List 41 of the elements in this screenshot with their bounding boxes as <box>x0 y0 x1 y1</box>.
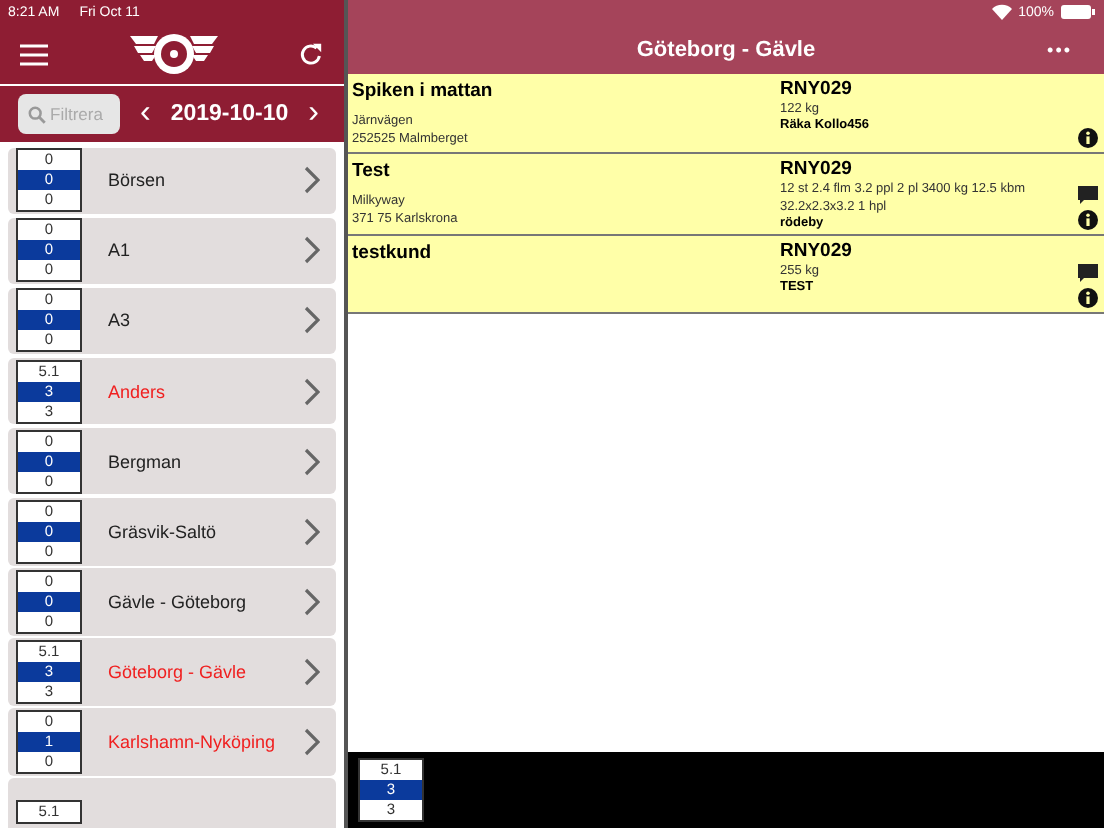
menu-icon[interactable] <box>20 43 48 65</box>
route-name: Gräsvik-Saltö <box>108 521 219 542</box>
comment-icon[interactable] <box>1078 186 1098 204</box>
order-reference: RNY029 <box>780 78 854 100</box>
chevron-right-icon <box>304 377 320 406</box>
route-name: Bergman <box>108 451 184 472</box>
comment-icon[interactable] <box>1078 264 1098 282</box>
screen-title: Göteborg - Gävle <box>636 37 816 61</box>
date-label: 2019-10-10 <box>170 102 289 126</box>
info-icon[interactable] <box>1078 210 1098 230</box>
route-name: Gävle - Göteborg <box>108 591 249 612</box>
route-name: Anders <box>108 381 168 402</box>
customer-name: Spiken i mattan <box>352 80 495 102</box>
chevron-right-icon <box>304 306 320 335</box>
next-date-button[interactable]: › <box>300 98 327 130</box>
order-reference: RNY029 <box>780 158 854 180</box>
chevron-right-icon <box>304 587 320 616</box>
route-name: Börsen <box>108 170 168 191</box>
search-icon <box>28 106 46 124</box>
customer-name: Test <box>352 160 392 182</box>
info-icon[interactable] <box>1078 288 1098 308</box>
winged-wheel-logo-icon <box>125 28 221 80</box>
more-button[interactable]: ••• <box>1035 37 1084 61</box>
battery-icon <box>1060 4 1096 20</box>
chevron-right-icon <box>304 166 320 195</box>
chevron-right-icon <box>304 728 320 757</box>
chevron-right-icon <box>304 447 320 476</box>
route-name: A3 <box>108 310 133 331</box>
route-name: Karlshamn-Nyköping <box>108 732 278 753</box>
previous-date-button[interactable]: ‹ <box>132 98 159 130</box>
order-reference: RNY029 <box>780 240 854 262</box>
route-name: Göteborg - Gävle <box>108 661 249 682</box>
search-field[interactable]: Filtrera <box>18 94 120 134</box>
refresh-icon[interactable] <box>298 41 324 67</box>
customer-name: testkund <box>352 242 434 264</box>
wifi-icon <box>992 4 1013 20</box>
chevron-right-icon <box>304 657 320 686</box>
chevron-right-icon <box>304 517 320 546</box>
info-icon[interactable] <box>1078 128 1098 148</box>
chevron-right-icon <box>304 236 320 265</box>
route-name: A1 <box>108 240 133 261</box>
